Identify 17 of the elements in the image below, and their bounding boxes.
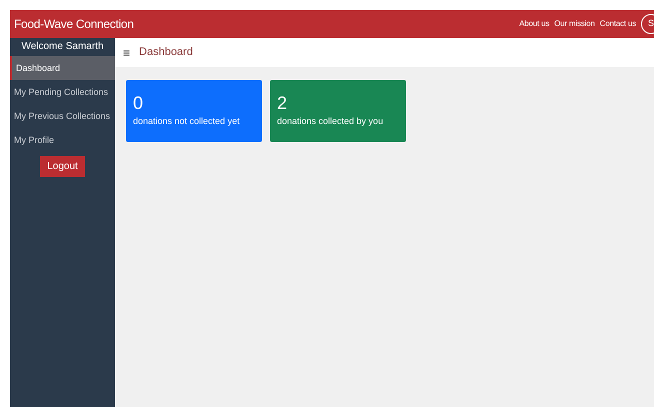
logout-button[interactable]: Logout (40, 156, 85, 177)
nav-link[interactable]: About us (519, 18, 550, 30)
sidebar-item[interactable]: My Profile (10, 128, 115, 152)
sidebar-item[interactable]: My Pending Collections (10, 80, 115, 104)
brand-title[interactable]: Food-Wave Connection (14, 15, 134, 33)
nav-link[interactable]: Our mission (554, 18, 595, 30)
avatar-button[interactable]: S (641, 14, 654, 34)
page-title: Dashboard (139, 45, 193, 60)
nav-link[interactable]: Contact us (600, 18, 636, 30)
stat-value: 2 (277, 93, 288, 114)
sidebar-item[interactable]: Dashboard (10, 56, 115, 80)
stat-label: donations collected by you (277, 115, 384, 128)
stat-label: donations not collected yet (133, 115, 241, 128)
stat-value: 0 (133, 93, 144, 114)
welcome-text: Welcome Samarth (20, 40, 105, 54)
sidebar-item[interactable]: My Previous Collections (10, 104, 115, 128)
menu-icon[interactable]: ≡ (123, 44, 130, 62)
